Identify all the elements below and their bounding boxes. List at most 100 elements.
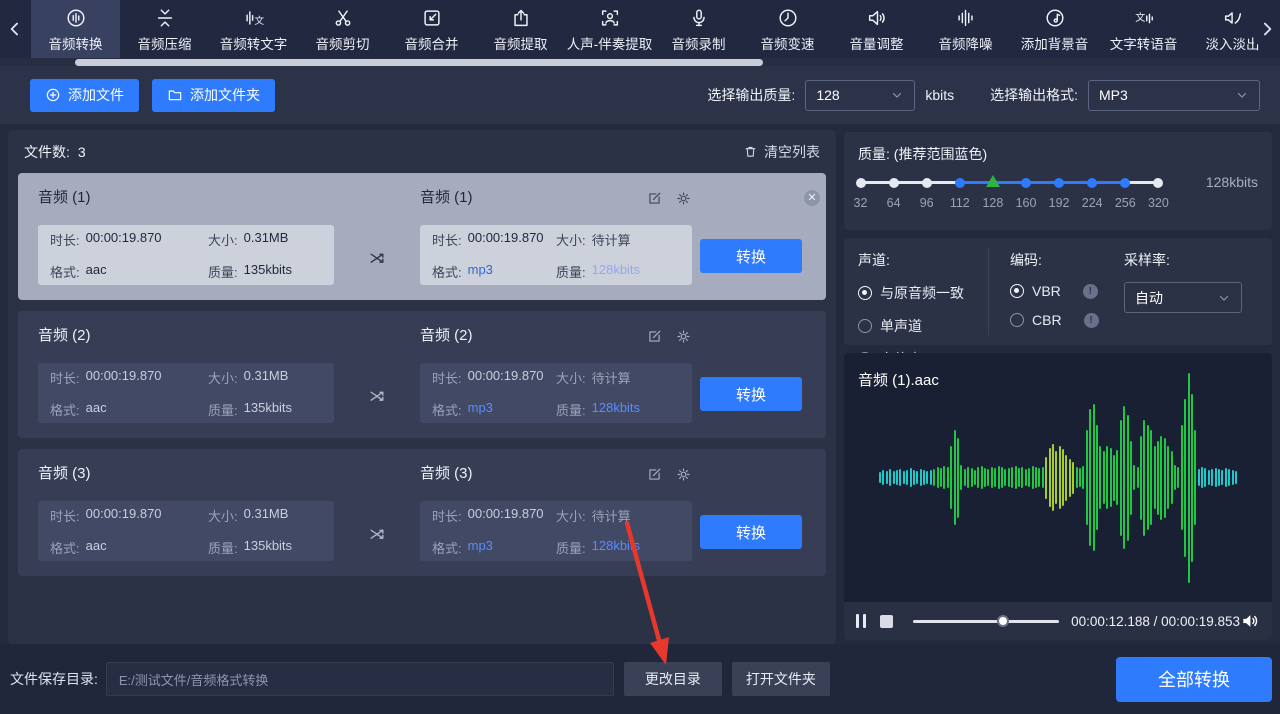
add-file-label: 添加文件 — [68, 85, 124, 105]
output-format-value: MP3 — [1099, 87, 1128, 103]
quality-tick-dot[interactable] — [1021, 178, 1031, 188]
edit-icon — [646, 190, 663, 207]
extract-icon — [510, 7, 532, 29]
quality-tick-dot[interactable] — [922, 178, 932, 188]
source-info-panel: 时长:00:00:19.870大小:0.31MB格式:aac质量:135kbit… — [38, 501, 334, 561]
convert-all-button[interactable]: 全部转换 — [1116, 657, 1272, 702]
scroll-tabs-right-button[interactable] — [1254, 14, 1280, 44]
quality-tick-dot[interactable] — [955, 178, 965, 188]
file-card-1[interactable]: 音频 (1)时长:00:00:19.870大小:0.31MB格式:aac质量:1… — [18, 173, 826, 300]
file-card-3[interactable]: 音频 (3) 时长:00:00:19.870大小:0.31MB格式:aac质量:1… — [18, 449, 826, 576]
tab-audio-denoise[interactable]: 音频降噪 — [921, 0, 1010, 58]
pause-button[interactable] — [856, 614, 866, 628]
settings-button[interactable] — [675, 190, 692, 207]
quality-tick-dot[interactable] — [1087, 178, 1097, 188]
source-file-name: 音频 (2) — [38, 324, 334, 348]
volume-icon[interactable] — [1240, 611, 1260, 631]
audio-options-panel: 声道: 与原音频一致单声道立体声 编码: VBR!CBR! 采样率: 自动 — [844, 238, 1272, 345]
quality-tick-dot[interactable] — [1153, 178, 1163, 188]
current-quality-value: 128kbits — [1206, 174, 1258, 190]
playback-time: 00:00:12.188 / 00:00:19.853 — [1071, 614, 1240, 629]
quality-tick-label: 320 — [1141, 196, 1175, 210]
quality-marker[interactable] — [986, 175, 1000, 187]
output-quality-value: 128 — [816, 87, 839, 103]
file-card-2[interactable]: 音频 (2) 时长:00:00:19.870大小:0.31MB格式:aac质量:1… — [18, 311, 826, 438]
tab-audio-compress[interactable]: 音频压缩 — [120, 0, 209, 58]
settings-button[interactable] — [675, 328, 692, 345]
chevron-down-icon — [1217, 291, 1231, 305]
swap-icon — [367, 248, 387, 268]
clear-list-button[interactable]: 清空列表 — [743, 142, 820, 162]
rename-button[interactable] — [646, 328, 663, 345]
info-icon[interactable]: ! — [1084, 313, 1099, 328]
open-folder-button[interactable]: 打开文件夹 — [732, 662, 830, 696]
output-format-select[interactable]: MP3 — [1088, 80, 1260, 111]
target-info-panel: 时长:00:00:19.870大小:待计算格式:mp3质量:128kbits — [420, 225, 692, 285]
convert-button[interactable]: 转换 — [700, 377, 802, 411]
tab-audio-extract[interactable]: 音频提取 — [476, 0, 565, 58]
waveform — [858, 363, 1258, 592]
convert-button[interactable]: 转换 — [700, 239, 802, 273]
channel-option[interactable]: 单声道 — [858, 316, 964, 336]
tab-audio-convert[interactable]: 音频转换 — [31, 0, 120, 58]
tab-fade-in-out[interactable]: 淡入淡出 — [1188, 0, 1262, 58]
quality-tick-dot[interactable] — [856, 178, 866, 188]
gear-icon — [675, 466, 692, 483]
rename-button[interactable] — [646, 466, 663, 483]
clock-icon — [777, 7, 799, 29]
chevron-down-icon — [890, 88, 904, 102]
playback-slider[interactable] — [913, 620, 1059, 623]
plus-circle-icon — [45, 87, 61, 103]
source-info-panel: 时长:00:00:19.870大小:0.31MB格式:aac质量:135kbit… — [38, 363, 334, 423]
quality-slider[interactable]: 326496112128160192224256320 — [844, 172, 1184, 216]
quality-tick-dot[interactable] — [1120, 178, 1130, 188]
radio-icon — [1010, 313, 1024, 327]
chevron-down-icon — [1235, 88, 1249, 102]
divider — [988, 248, 989, 335]
quality-tick-label: 128 — [976, 196, 1010, 210]
chevron-right-icon — [1257, 19, 1277, 39]
toolbar: 音频转换音频压缩文音频转文字音频剪切音频合并音频提取人声-伴奏提取音频录制音频变… — [0, 0, 1280, 58]
radio-icon — [858, 286, 872, 300]
remove-file-button[interactable]: ✕ — [804, 190, 820, 206]
channel-option[interactable]: 与原音频一致 — [858, 283, 964, 303]
chevron-left-icon — [5, 19, 25, 39]
encode-option[interactable]: CBR! — [1010, 312, 1099, 328]
quality-tick-label: 192 — [1042, 196, 1076, 210]
quality-tick-dot[interactable] — [889, 178, 899, 188]
samplerate-column: 采样率: 自动 — [1124, 238, 1242, 345]
gear-icon — [675, 190, 692, 207]
tab-audio-record[interactable]: 音频录制 — [654, 0, 743, 58]
add-folder-button[interactable]: 添加文件夹 — [152, 79, 275, 112]
quality-tick-dot[interactable] — [1054, 178, 1064, 188]
output-quality-select[interactable]: 128 — [805, 80, 915, 111]
toolbar-scrollbar-thumb[interactable] — [75, 59, 763, 66]
samplerate-title: 采样率: — [1124, 250, 1242, 270]
tab-audio-cut[interactable]: 音频剪切 — [298, 0, 387, 58]
playback-slider-handle[interactable] — [997, 615, 1009, 627]
tab-add-background-music[interactable]: 添加背景音 — [1010, 0, 1099, 58]
tab-audio-merge[interactable]: 音频合并 — [387, 0, 476, 58]
compress-icon — [154, 7, 176, 29]
tab-vocal-accompaniment-extract[interactable]: 人声-伴奏提取 — [565, 0, 654, 58]
samplerate-value: 自动 — [1135, 288, 1163, 308]
target-file-name: 音频 (3) — [420, 462, 473, 486]
samplerate-select[interactable]: 自动 — [1124, 282, 1242, 313]
vocal-icon — [599, 7, 621, 29]
settings-button[interactable] — [675, 466, 692, 483]
encode-option[interactable]: VBR! — [1010, 283, 1099, 299]
rename-button[interactable] — [646, 190, 663, 207]
stop-button[interactable] — [880, 615, 893, 628]
tab-audio-speed[interactable]: 音频变速 — [743, 0, 832, 58]
save-dir-input[interactable] — [106, 662, 614, 696]
toolbar-tabs: 音频转换音频压缩文音频转文字音频剪切音频合并音频提取人声-伴奏提取音频录制音频变… — [31, 0, 1262, 58]
add-file-button[interactable]: 添加文件 — [30, 79, 139, 112]
convert-button[interactable]: 转换 — [700, 515, 802, 549]
tab-volume-adjust[interactable]: 音量调整 — [832, 0, 921, 58]
tab-text-to-speech[interactable]: 文文字转语音 — [1099, 0, 1188, 58]
quality-tick-label: 160 — [1009, 196, 1043, 210]
tab-audio-to-text[interactable]: 文音频转文字 — [209, 0, 298, 58]
change-dir-button[interactable]: 更改目录 — [624, 662, 722, 696]
info-icon[interactable]: ! — [1083, 284, 1098, 299]
scroll-tabs-left-button[interactable] — [2, 14, 28, 44]
